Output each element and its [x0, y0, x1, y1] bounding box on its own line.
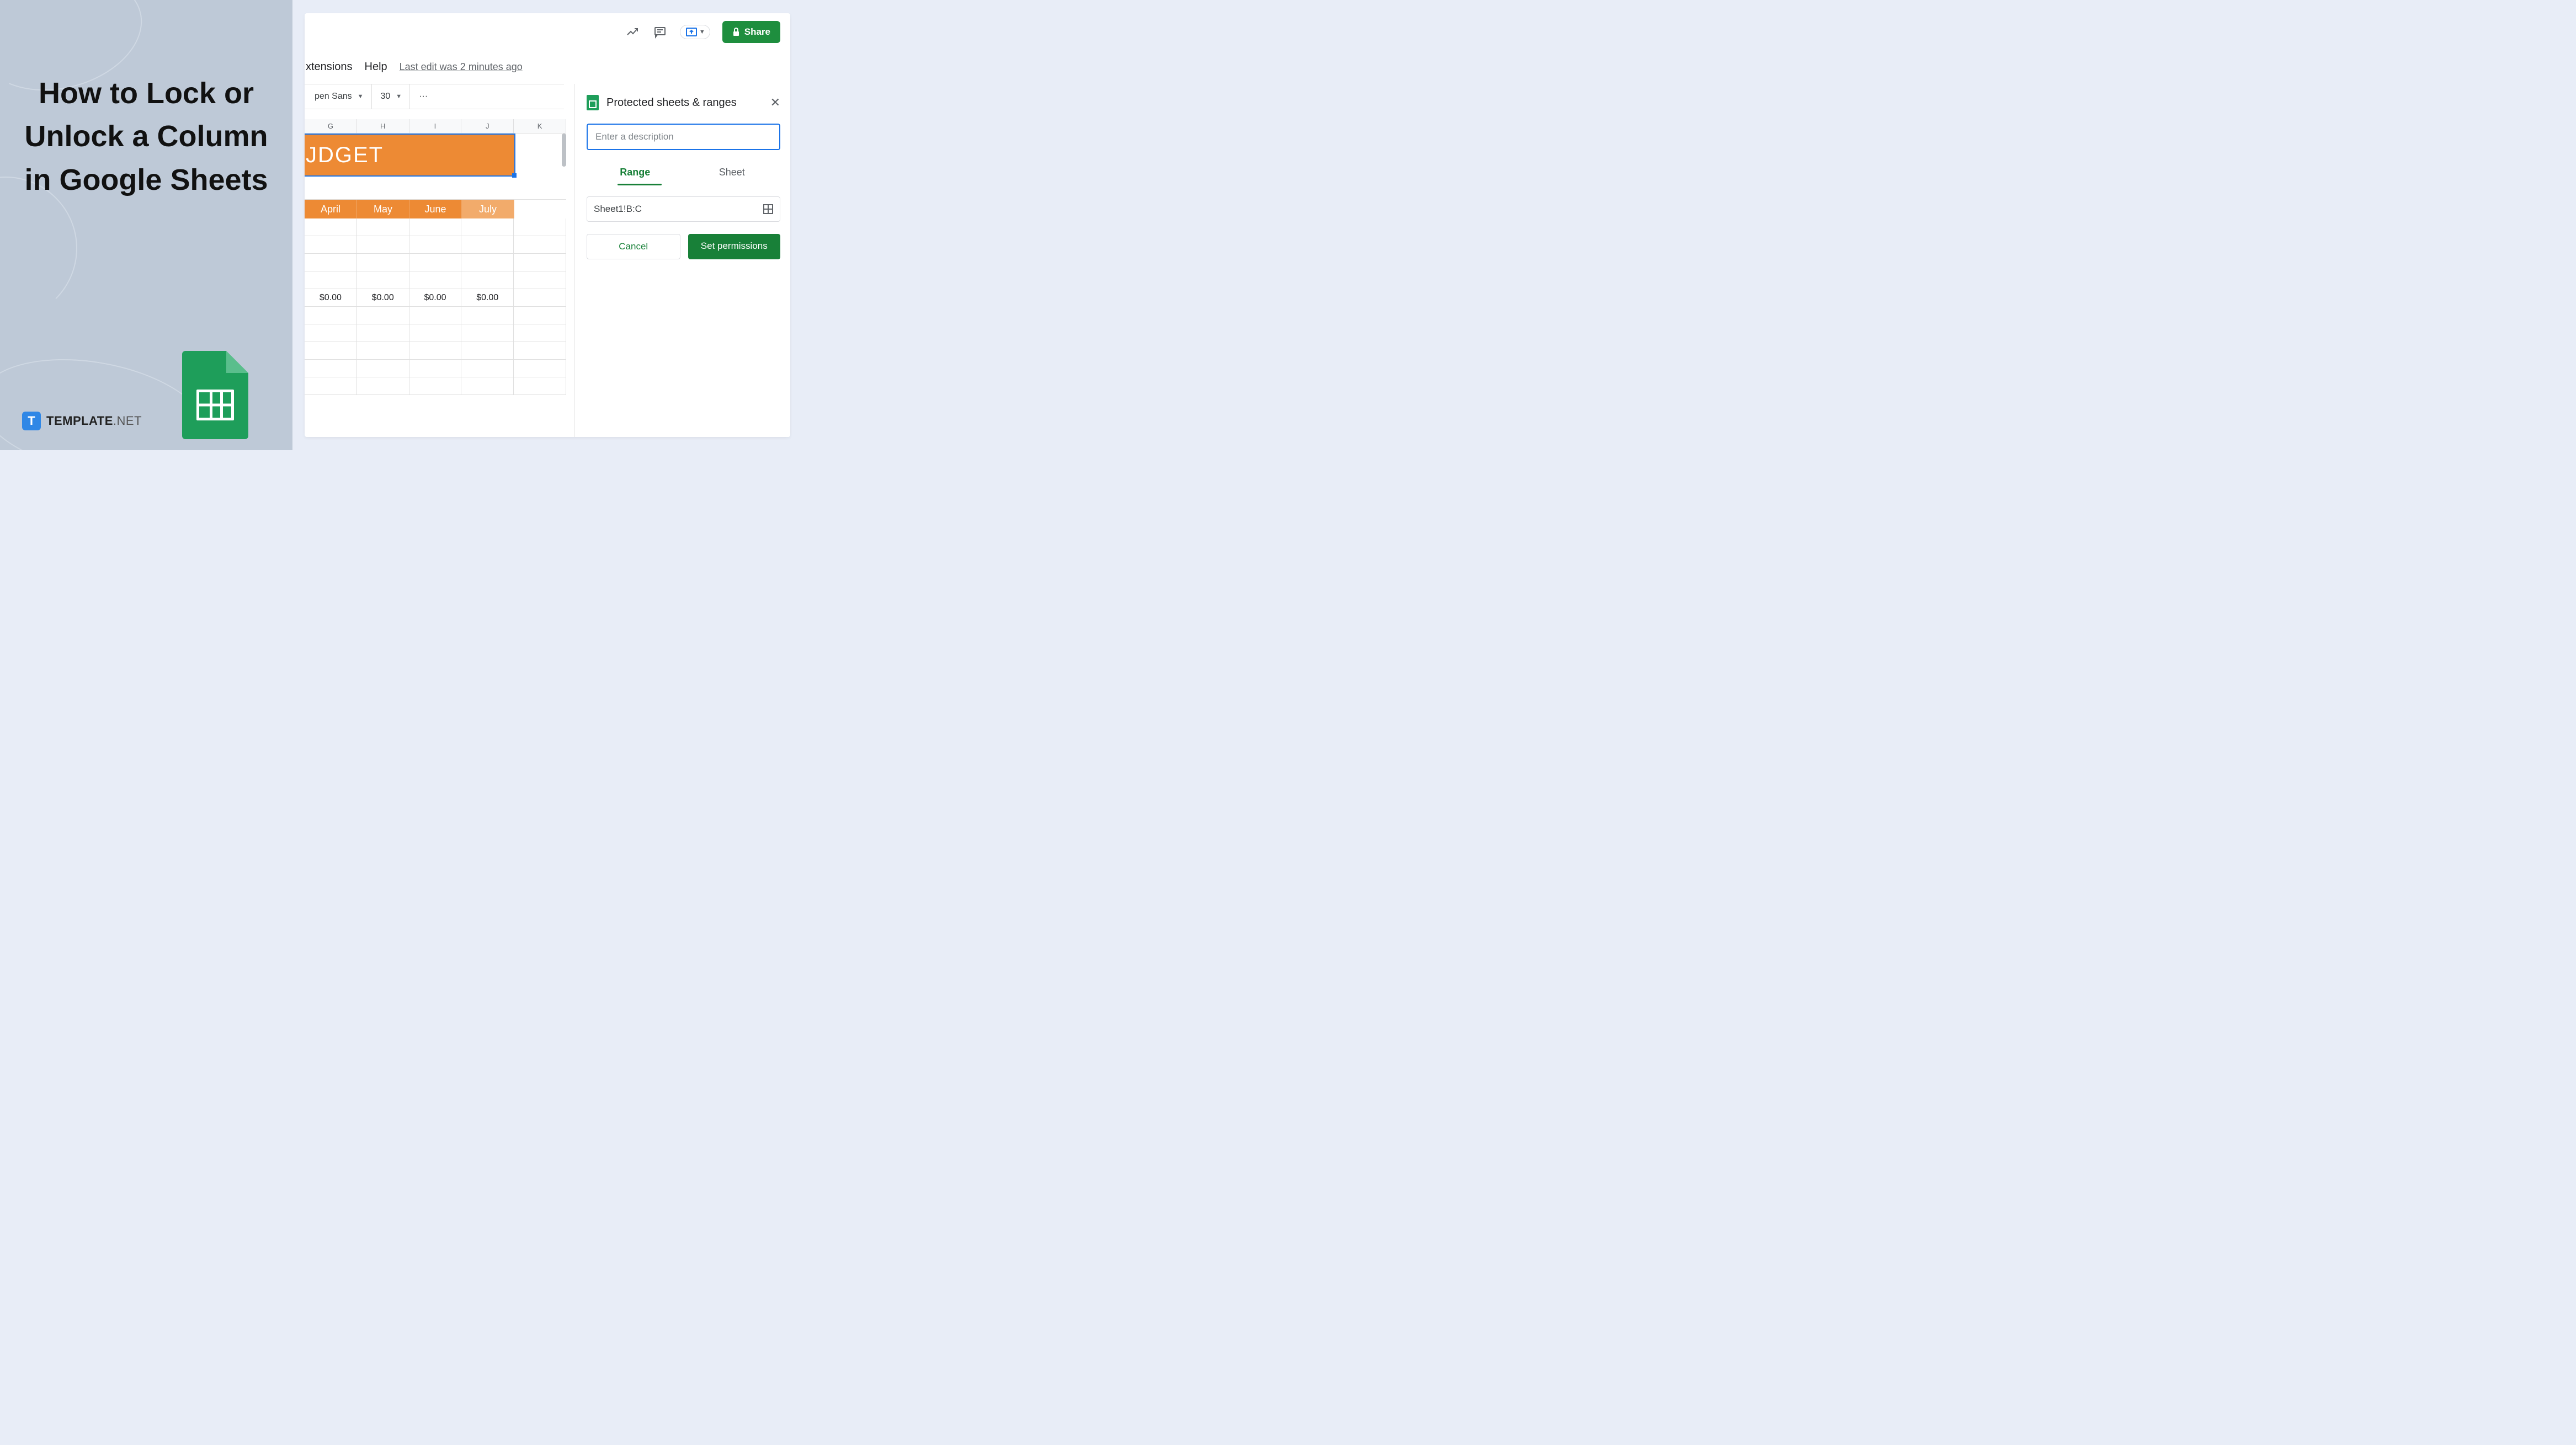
app-screenshot: ▼ Share xtensions Help Last edit was 2 m… [305, 13, 790, 437]
font-name: pen Sans [315, 92, 352, 102]
more-tools[interactable]: ··· [411, 84, 435, 109]
brand-text: TEMPLATE.NET [46, 414, 142, 428]
cell[interactable]: $0.00 [409, 289, 462, 306]
banner-text: JDGET [306, 143, 384, 168]
page-title: How to Lock or Unlock a Column in Google… [17, 72, 276, 201]
menu-help[interactable]: Help [365, 61, 387, 73]
spreadsheet-grid[interactable]: G H I J K JDGET April May June July [305, 119, 566, 395]
activity-icon[interactable] [625, 24, 640, 40]
brand-logo: T TEMPLATE.NET [22, 412, 142, 430]
menu-extensions[interactable]: xtensions [306, 61, 353, 73]
description-input[interactable]: Enter a description [587, 124, 780, 150]
merged-cell-banner[interactable]: JDGET [305, 134, 515, 177]
share-button[interactable]: Share [722, 21, 780, 43]
panel-header: Protected sheets & ranges ✕ [587, 95, 780, 110]
col-header[interactable]: K [514, 119, 566, 133]
font-size-value: 30 [381, 92, 391, 102]
cell[interactable]: $0.00 [461, 289, 514, 306]
range-value: Sheet1!B:C [594, 204, 642, 215]
cancel-button[interactable]: Cancel [587, 234, 680, 259]
col-header[interactable]: G [305, 119, 357, 133]
brand-name: TEMPLATE [46, 414, 113, 428]
more-label: ··· [419, 92, 428, 102]
menubar: xtensions Help Last edit was 2 minutes a… [305, 61, 523, 73]
protected-ranges-panel: Protected sheets & ranges ✕ Enter a desc… [574, 84, 790, 437]
table-row[interactable] [305, 307, 566, 324]
table-row[interactable] [305, 360, 566, 377]
table-row[interactable]: $0.00 $0.00 $0.00 $0.00 [305, 289, 566, 307]
present-button[interactable]: ▼ [680, 25, 710, 39]
tab-indicator [618, 184, 662, 185]
font-size-selector[interactable]: 30 ▼ [373, 84, 411, 109]
col-header[interactable]: I [409, 119, 462, 133]
brand-domain: .NET [113, 414, 142, 428]
chevron-down-icon: ▼ [699, 29, 705, 35]
lock-icon [732, 28, 740, 36]
set-permissions-button[interactable]: Set permissions [688, 234, 781, 259]
google-sheets-icon [182, 351, 248, 439]
table-row[interactable] [305, 377, 566, 395]
table-row[interactable] [305, 342, 566, 360]
col-header[interactable]: H [357, 119, 409, 133]
table-row[interactable] [305, 254, 566, 271]
tab-range[interactable]: Range [587, 162, 684, 183]
comment-icon[interactable] [652, 24, 668, 40]
last-edit-info[interactable]: Last edit was 2 minutes ago [400, 61, 523, 73]
table-row[interactable] [305, 271, 566, 289]
table-row[interactable] [305, 218, 566, 236]
top-actions: ▼ Share [625, 21, 780, 43]
panel-tabs: Range Sheet [587, 162, 780, 183]
cell[interactable]: $0.00 [305, 289, 357, 306]
font-selector[interactable]: pen Sans ▼ [307, 84, 372, 109]
cell[interactable]: June [409, 200, 462, 218]
cell[interactable]: July [462, 200, 514, 218]
chevron-down-icon: ▼ [358, 93, 364, 100]
toolbar: pen Sans ▼ 30 ▼ ··· [305, 84, 564, 109]
panel-actions: Cancel Set permissions [587, 234, 780, 259]
cell[interactable]: May [357, 200, 409, 218]
cell[interactable] [514, 200, 566, 218]
brand-mark: T [22, 412, 41, 430]
table-row[interactable] [305, 324, 566, 342]
share-label: Share [744, 26, 770, 38]
cell[interactable] [514, 289, 566, 306]
panel-title: Protected sheets & ranges [606, 97, 737, 109]
table-row[interactable] [305, 236, 566, 254]
column-headers[interactable]: G H I J K [305, 119, 566, 134]
close-icon[interactable]: ✕ [770, 95, 780, 110]
col-header[interactable]: J [461, 119, 514, 133]
scrollbar-thumb[interactable] [562, 134, 566, 167]
table-row[interactable] [305, 177, 566, 200]
table-row[interactable]: April May June July [305, 200, 566, 218]
range-input[interactable]: Sheet1!B:C [587, 196, 780, 222]
chevron-down-icon: ▼ [396, 93, 402, 100]
selection-handle[interactable] [512, 173, 517, 178]
tab-sheet[interactable]: Sheet [684, 162, 781, 183]
cell[interactable]: $0.00 [357, 289, 409, 306]
promo-panel: How to Lock or Unlock a Column in Google… [0, 0, 292, 450]
select-range-icon[interactable] [763, 204, 773, 214]
cell[interactable]: April [305, 200, 357, 218]
sheets-icon [587, 95, 599, 110]
